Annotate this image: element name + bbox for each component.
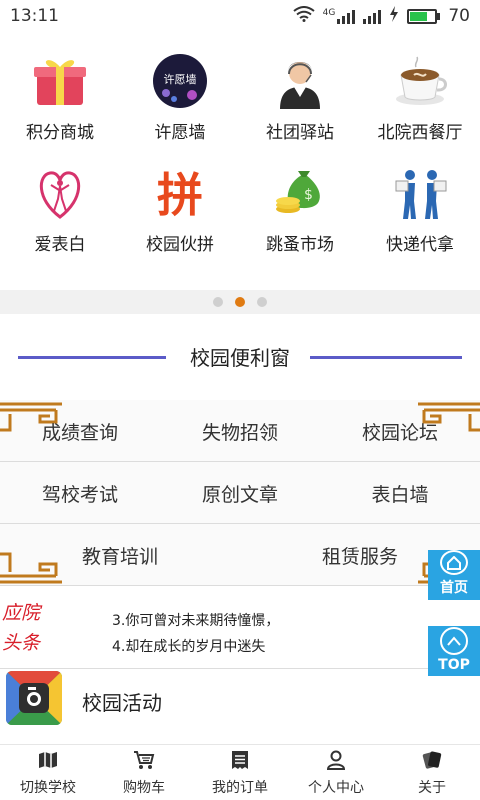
page-dot[interactable]: [257, 297, 267, 307]
headline-tag-line: 头条: [2, 632, 41, 654]
grid-item-courier[interactable]: 快递代拿: [360, 162, 480, 255]
services-panel: 成绩查询 失物招领 校园论坛 驾校考试 原创文章 表白墙 教育培训 租赁服务: [0, 400, 480, 586]
home-float-button[interactable]: 首页: [428, 550, 480, 600]
service-lost-found[interactable]: 失物招领: [160, 400, 320, 462]
battery-percent: 70: [448, 6, 470, 26]
pin-char-icon: 拼: [149, 162, 211, 224]
grid-item-north-restaurant[interactable]: 北院西餐厅: [360, 50, 480, 143]
grid-item-points-mall[interactable]: 积分商城: [0, 50, 120, 143]
battery-icon: [407, 8, 441, 24]
title-divider-right: [310, 356, 462, 359]
grid-label: 校园伙拼: [146, 235, 214, 255]
top-float-label: TOP: [438, 657, 470, 673]
coffee-cup-icon: [389, 50, 451, 112]
title-divider-left: [18, 356, 166, 359]
heart-figure-icon: [29, 162, 91, 224]
services-row: 教育培训 租赁服务: [0, 524, 480, 586]
service-grade-query[interactable]: 成绩查询: [0, 400, 160, 462]
tab-switch-school[interactable]: 切换学校: [0, 745, 96, 800]
gift-icon: [29, 50, 91, 112]
campus-activity-entry[interactable]: 校园活动: [0, 668, 480, 732]
section-title: 校园便利窗: [176, 341, 304, 371]
grid-item-flea-market[interactable]: $ 跳蚤市场: [240, 162, 360, 255]
camera-icon: [6, 671, 62, 725]
headline-tag-line: 应院: [2, 602, 41, 624]
headline-tag: 应院 头条: [2, 598, 40, 658]
grid-label: 积分商城: [26, 123, 94, 143]
arrow-up-icon: [440, 627, 468, 655]
section-header: 校园便利窗: [0, 334, 480, 378]
tab-my-orders[interactable]: 我的订单: [192, 745, 288, 800]
services-row: 成绩查询 失物招领 校园论坛: [0, 400, 480, 462]
grid-item-club-station[interactable]: 社团驿站: [240, 50, 360, 143]
map-icon: [37, 749, 59, 771]
grid-item-confess[interactable]: 爱表白: [0, 162, 120, 255]
page-dot[interactable]: [213, 297, 223, 307]
tab-cart[interactable]: 购物车: [96, 745, 192, 800]
signal-icon: [337, 8, 356, 24]
tab-label: 购物车: [123, 779, 165, 796]
network-type: 4G: [322, 7, 336, 18]
grid-item-group-buy[interactable]: 拼 校园伙拼: [120, 162, 240, 255]
wish-wall-icon-text: 许愿墙: [164, 72, 197, 86]
service-confession-wall[interactable]: 表白墙: [320, 462, 480, 524]
page-dot-active[interactable]: [235, 297, 245, 307]
tab-label: 切换学校: [20, 779, 76, 796]
service-education-training[interactable]: 教育培训: [0, 524, 240, 586]
receipt-icon: [229, 749, 251, 771]
status-bar: 13:11 4G 70: [0, 0, 480, 32]
page-indicator: [0, 290, 480, 314]
feature-grid: 积分商城 许愿墙 许愿墙 社团驿站 北院西餐厅 爱表白 拼 校园伙拼 $ 跳蚤市: [0, 32, 480, 290]
grid-label: 社团驿站: [266, 123, 334, 143]
grid-label: 爱表白: [34, 235, 86, 255]
person-headset-icon: [269, 50, 331, 112]
headline-item[interactable]: 4.却在成长的岁月中迷失: [112, 636, 265, 656]
user-icon: [325, 749, 347, 771]
tab-personal-center[interactable]: 个人中心: [288, 745, 384, 800]
charging-icon: [389, 5, 399, 27]
svg-text:$: $: [304, 187, 313, 203]
grid-label: 跳蚤市场: [266, 235, 334, 255]
tab-about[interactable]: 关于: [384, 745, 480, 800]
pin-char-text: 拼: [157, 168, 203, 221]
headline-item[interactable]: 3.你可曾对未来期待憧憬，: [112, 610, 279, 630]
tab-label: 我的订单: [212, 779, 268, 796]
status-icons: 4G 70: [293, 5, 470, 27]
tab-label: 个人中心: [308, 779, 364, 796]
grid-label: 许愿墙: [154, 123, 206, 143]
campus-activity-label: 校园活动: [82, 691, 162, 715]
cards-icon: [421, 749, 443, 771]
service-driving-exam[interactable]: 驾校考试: [0, 462, 160, 524]
wish-wall-icon: 许愿墙: [149, 50, 211, 112]
headline-ticker[interactable]: 应院 头条 3.你可曾对未来期待憧憬， 4.却在成长的岁月中迷失: [0, 598, 480, 664]
top-float-button[interactable]: TOP: [428, 626, 480, 676]
service-campus-forum[interactable]: 校园论坛: [320, 400, 480, 462]
home-icon: [440, 550, 468, 575]
signal-icon-2: [363, 8, 382, 24]
grid-item-wish-wall[interactable]: 许愿墙 许愿墙: [120, 50, 240, 143]
service-original-articles[interactable]: 原创文章: [160, 462, 320, 524]
tab-label: 关于: [418, 779, 446, 796]
cart-icon: [133, 749, 155, 771]
bottom-tab-bar: 切换学校 购物车 我的订单 个人中心 关于: [0, 744, 480, 800]
home-float-label: 首页: [440, 580, 468, 596]
services-row: 驾校考试 原创文章 表白墙: [0, 462, 480, 524]
status-time: 13:11: [10, 6, 59, 26]
grid-label: 北院西餐厅: [377, 123, 463, 143]
money-bag-icon: $: [269, 162, 331, 224]
wifi-icon: [293, 5, 315, 27]
grid-label: 快递代拿: [386, 235, 454, 255]
courier-icon: [389, 162, 451, 224]
